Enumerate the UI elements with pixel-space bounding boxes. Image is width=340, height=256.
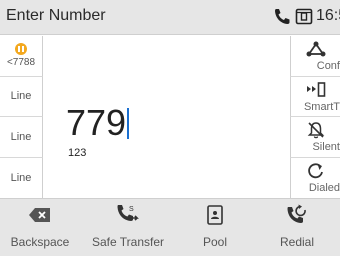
dialed-button[interactable]: Dialed: [290, 157, 340, 198]
phone-handset-icon: [272, 7, 292, 25]
pool-icon: [206, 204, 224, 230]
line-key-active[interactable]: <7788: [0, 36, 43, 77]
smart-transfer-button[interactable]: SmartT: [290, 76, 340, 117]
pool-button[interactable]: Pool: [176, 199, 254, 256]
text-cursor: [127, 108, 129, 139]
line-key-label: Line: [10, 130, 32, 143]
conf-button[interactable]: Conf: [290, 36, 340, 77]
backspace-icon: [29, 207, 51, 227]
safe-transfer-button[interactable]: S Safe Transfer: [80, 199, 176, 256]
line-key-label: Line: [10, 90, 32, 103]
dial-area[interactable]: 779 123: [44, 36, 290, 198]
line-key[interactable]: Line: [0, 76, 43, 117]
safe-transfer-label: Safe Transfer: [91, 235, 165, 249]
input-mode-indicator: 123: [68, 147, 87, 159]
redial-button[interactable]: Redial: [254, 199, 340, 256]
redial-icon: [285, 204, 309, 231]
line-key[interactable]: Line: [0, 157, 43, 198]
pool-label: Pool: [202, 235, 228, 249]
backspace-button[interactable]: Backspace: [0, 199, 80, 256]
line-key-label: <7788: [6, 57, 36, 69]
dialed-number: 779: [66, 102, 127, 143]
status-bar: Enter Number 16:54: [0, 0, 340, 35]
silent-label: Silent: [312, 141, 340, 153]
conf-label: Conf: [316, 60, 340, 72]
clock: 16:54: [316, 7, 340, 24]
smart-transfer-label: SmartT: [303, 100, 340, 113]
line-key[interactable]: Line: [0, 117, 43, 158]
backspace-label: Backspace: [10, 235, 70, 249]
hold-icon: [15, 43, 27, 56]
silent-button[interactable]: Silent: [290, 117, 340, 158]
safe-transfer-icon: S: [115, 204, 141, 231]
dialed-label: Dialed: [308, 181, 340, 194]
dnd-device-icon: [295, 7, 313, 25]
softkey-bar: Backspace S Safe Transfer Pool Redial: [0, 198, 340, 256]
header-icons: [272, 7, 313, 25]
page-title: Enter Number: [6, 7, 106, 24]
svg-text:S: S: [129, 206, 134, 213]
line-key-label: Line: [10, 171, 32, 184]
line-keys: <7788 Line Line Line: [0, 36, 43, 198]
redial-label: Redial: [279, 235, 315, 249]
side-keys: Conf SmartT Silent Dialed: [290, 36, 340, 198]
